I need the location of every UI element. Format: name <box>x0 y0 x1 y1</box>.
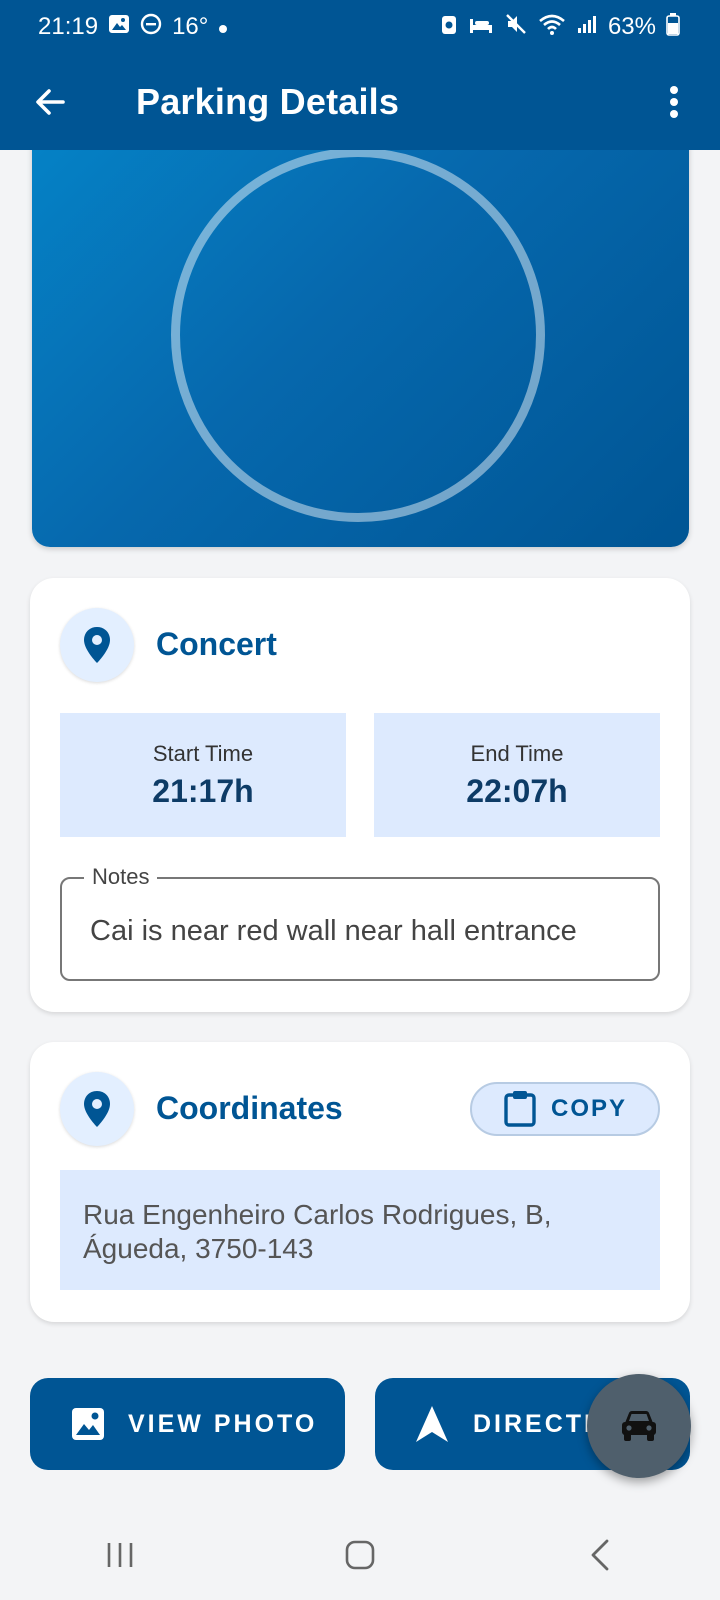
top-app-header: 21:19 16° 63% Parking Details <box>0 0 720 150</box>
status-left: 21:19 16° <box>38 13 228 42</box>
recent-apps-icon <box>107 1543 133 1567</box>
dot-icon <box>218 13 228 41</box>
system-back-button[interactable] <box>560 1525 640 1585</box>
status-bar: 21:19 16° 63% <box>0 0 720 54</box>
page-title: Parking Details <box>136 81 400 122</box>
view-photo-button[interactable]: VIEW PHOTO <box>30 1378 345 1470</box>
notes-field[interactable]: Notes Cai is near red wall near hall ent… <box>60 864 660 981</box>
recent-apps-button[interactable] <box>80 1525 160 1585</box>
coordinates-pin-badge <box>60 1072 134 1146</box>
image-icon <box>72 1408 104 1440</box>
car-fab-button[interactable] <box>587 1374 691 1478</box>
status-battery-text: 63% <box>607 13 656 40</box>
chevron-left-icon <box>591 1539 609 1571</box>
parking-info-card: Concert Start Time 21:17h End Time 22:07… <box>30 578 690 1012</box>
app-bar: Parking Details <box>0 54 720 150</box>
start-time-box: Start Time 21:17h <box>60 713 346 837</box>
home-button[interactable] <box>320 1525 400 1585</box>
parking-name: Concert <box>156 626 277 662</box>
copy-button[interactable]: COPY <box>470 1082 660 1136</box>
wifi-icon <box>538 12 566 43</box>
navigation-arrow-icon <box>416 1406 448 1442</box>
car-icon <box>622 1411 656 1441</box>
notes-label: Notes <box>84 864 158 890</box>
status-time: 21:19 <box>38 13 99 40</box>
gallery-icon <box>108 13 130 42</box>
address-line-2: Águeda, 3750-143 <box>83 1233 314 1264</box>
signal-icon <box>576 13 598 42</box>
mute-icon <box>504 12 528 43</box>
view-photo-label: VIEW PHOTO <box>128 1409 318 1438</box>
location-pin-icon <box>84 627 110 663</box>
notes-value: Cai is near red wall near hall entrance <box>90 915 577 947</box>
end-time-label: End Time <box>470 740 564 766</box>
start-time-label: Start Time <box>152 740 254 766</box>
more-vert-icon <box>670 86 678 118</box>
status-right: 63% <box>440 12 680 43</box>
copy-label: COPY <box>550 1095 627 1122</box>
hero-ring-decoration <box>171 148 545 522</box>
more-options-button[interactable] <box>646 74 702 130</box>
clipboard-icon <box>504 1091 536 1127</box>
system-nav-bar <box>0 1510 720 1600</box>
data-saver-icon <box>440 12 458 43</box>
sleep-icon <box>468 13 494 42</box>
parking-hero-banner <box>32 120 689 547</box>
battery-icon <box>666 12 680 43</box>
location-pin-badge <box>60 608 134 682</box>
end-time-box: End Time 22:07h <box>374 713 660 837</box>
end-time-value: 22:07h <box>466 772 568 809</box>
location-pin-icon <box>84 1091 110 1127</box>
status-temperature: 16° <box>172 13 209 40</box>
arrow-left-icon <box>36 89 65 115</box>
back-button[interactable] <box>22 74 78 130</box>
coordinates-title: Coordinates <box>156 1090 343 1126</box>
address-line-1: Rua Engenheiro Carlos Rodrigues, B, <box>83 1199 552 1230</box>
home-icon <box>345 1540 375 1570</box>
address-box: Rua Engenheiro Carlos Rodrigues, B, Águe… <box>60 1170 660 1290</box>
dnd-icon <box>140 13 162 42</box>
coordinates-card: Coordinates COPY Rua Engenheiro Carlos R… <box>30 1042 690 1322</box>
start-time-value: 21:17h <box>152 772 254 809</box>
